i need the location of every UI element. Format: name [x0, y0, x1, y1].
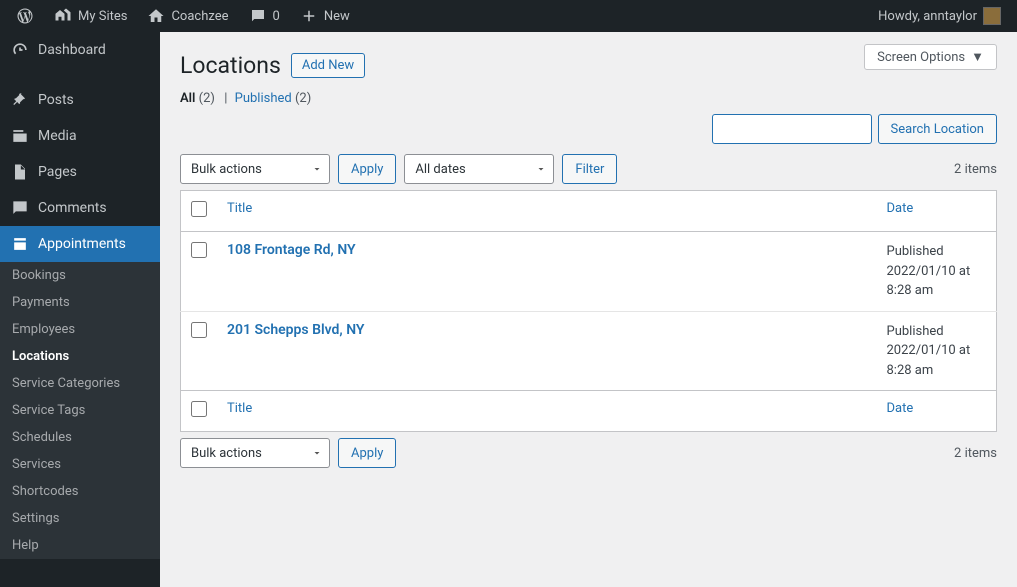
search-box: Search Location	[180, 114, 997, 144]
locations-table: Title Date 108 Frontage Rd, NY Published…	[180, 190, 997, 432]
table-row: 108 Frontage Rd, NY Published 2022/01/10…	[181, 232, 997, 312]
submenu-schedules[interactable]: Schedules	[0, 424, 160, 451]
row-status: Published	[887, 324, 944, 339]
col-date-footer[interactable]: Date	[887, 401, 914, 416]
page-title: Locations	[180, 52, 281, 79]
calendar-icon	[10, 234, 30, 254]
filter-all-count: (2)	[199, 91, 215, 106]
dashboard-icon	[10, 40, 30, 60]
row-date: 2022/01/10 at 8:28 am	[887, 264, 971, 299]
menu-dashboard[interactable]: Dashboard	[0, 32, 160, 68]
pin-icon	[10, 90, 30, 110]
home-multi-icon	[54, 7, 72, 25]
admin-sidebar: Dashboard Posts Media Pages Comments App…	[0, 32, 160, 587]
filter-published[interactable]: Published	[235, 91, 292, 106]
select-all-checkbox[interactable]	[191, 201, 207, 217]
select-all-checkbox-bottom[interactable]	[191, 401, 207, 417]
home-icon	[147, 7, 165, 25]
col-date-header[interactable]: Date	[887, 201, 914, 216]
plus-icon	[300, 7, 318, 25]
submenu-payments[interactable]: Payments	[0, 289, 160, 316]
col-title-footer[interactable]: Title	[227, 401, 252, 416]
menu-label: Media	[38, 128, 77, 144]
search-input[interactable]	[712, 114, 872, 144]
table-row: 201 Schepps Blvd, NY Published 2022/01/1…	[181, 311, 997, 391]
apply-button-bottom[interactable]: Apply	[338, 438, 396, 468]
submenu-bookings[interactable]: Bookings	[0, 262, 160, 289]
row-checkbox[interactable]	[191, 322, 207, 338]
screen-options-label: Screen Options	[877, 50, 965, 65]
site-name-label: Coachzee	[171, 9, 228, 24]
my-sites-link[interactable]: My Sites	[46, 0, 135, 32]
menu-label: Pages	[38, 164, 77, 180]
comments-count: 0	[273, 9, 280, 24]
wp-logo[interactable]	[8, 0, 42, 32]
items-count-bottom: 2 items	[954, 446, 997, 461]
menu-posts[interactable]: Posts	[0, 82, 160, 118]
main-content: Screen Options ▼ Locations Add New All (…	[160, 32, 1017, 587]
submenu-help[interactable]: Help	[0, 532, 160, 559]
filter-published-count: (2)	[295, 91, 311, 106]
filter-button[interactable]: Filter	[562, 154, 617, 184]
filter-separator: |	[224, 91, 227, 106]
bulk-actions-select-bottom[interactable]: Bulk actions	[180, 438, 330, 468]
chevron-down-icon: ▼	[971, 49, 984, 65]
submenu-locations[interactable]: Locations	[0, 343, 160, 370]
row-title-link[interactable]: 108 Frontage Rd, NY	[227, 242, 356, 258]
new-link[interactable]: New	[292, 0, 358, 32]
pages-icon	[10, 162, 30, 182]
date-filter-select[interactable]: All dates	[404, 154, 554, 184]
filter-all[interactable]: All	[180, 91, 195, 106]
my-sites-label: My Sites	[78, 9, 127, 24]
col-title-header[interactable]: Title	[227, 201, 252, 216]
menu-label: Comments	[38, 200, 107, 216]
apply-button[interactable]: Apply	[338, 154, 396, 184]
comments-link[interactable]: 0	[241, 0, 288, 32]
media-icon	[10, 126, 30, 146]
wordpress-icon	[16, 7, 34, 25]
menu-label: Appointments	[38, 236, 126, 252]
menu-label: Dashboard	[38, 42, 106, 58]
greeting-label: Howdy, anntaylor	[878, 9, 977, 24]
admin-bar-left: My Sites Coachzee 0 New	[8, 0, 358, 32]
submenu-service-categories[interactable]: Service Categories	[0, 370, 160, 397]
submenu-appointments: Bookings Payments Employees Locations Se…	[0, 262, 160, 559]
admin-bar-right: Howdy, anntaylor	[870, 0, 1009, 32]
submenu-employees[interactable]: Employees	[0, 316, 160, 343]
bulk-actions-select[interactable]: Bulk actions	[180, 154, 330, 184]
menu-pages[interactable]: Pages	[0, 154, 160, 190]
submenu-service-tags[interactable]: Service Tags	[0, 397, 160, 424]
submenu-shortcodes[interactable]: Shortcodes	[0, 478, 160, 505]
new-label: New	[324, 9, 350, 24]
menu-label: Posts	[38, 92, 74, 108]
menu-media[interactable]: Media	[0, 118, 160, 154]
row-title-link[interactable]: 201 Schepps Blvd, NY	[227, 322, 365, 338]
comment-icon	[10, 198, 30, 218]
tablenav-top: Bulk actions Apply All dates Filter 2 it…	[180, 148, 997, 190]
row-checkbox[interactable]	[191, 242, 207, 258]
search-button[interactable]: Search Location	[878, 114, 997, 144]
menu-comments[interactable]: Comments	[0, 190, 160, 226]
add-new-button[interactable]: Add New	[291, 53, 365, 78]
row-status: Published	[887, 244, 944, 259]
screen-options-toggle[interactable]: Screen Options ▼	[864, 44, 997, 70]
comment-icon	[249, 7, 267, 25]
submenu-settings[interactable]: Settings	[0, 505, 160, 532]
site-name-link[interactable]: Coachzee	[139, 0, 236, 32]
avatar	[983, 7, 1001, 25]
submenu-services[interactable]: Services	[0, 451, 160, 478]
row-date: 2022/01/10 at 8:28 am	[887, 343, 971, 378]
menu-appointments[interactable]: Appointments	[0, 226, 160, 262]
tablenav-bottom: Bulk actions Apply 2 items	[180, 432, 997, 474]
status-filters: All (2) | Published (2)	[180, 91, 997, 106]
items-count-top: 2 items	[954, 162, 997, 177]
admin-bar: My Sites Coachzee 0 New Howdy, anntaylor	[0, 0, 1017, 32]
account-link[interactable]: Howdy, anntaylor	[870, 0, 1009, 32]
